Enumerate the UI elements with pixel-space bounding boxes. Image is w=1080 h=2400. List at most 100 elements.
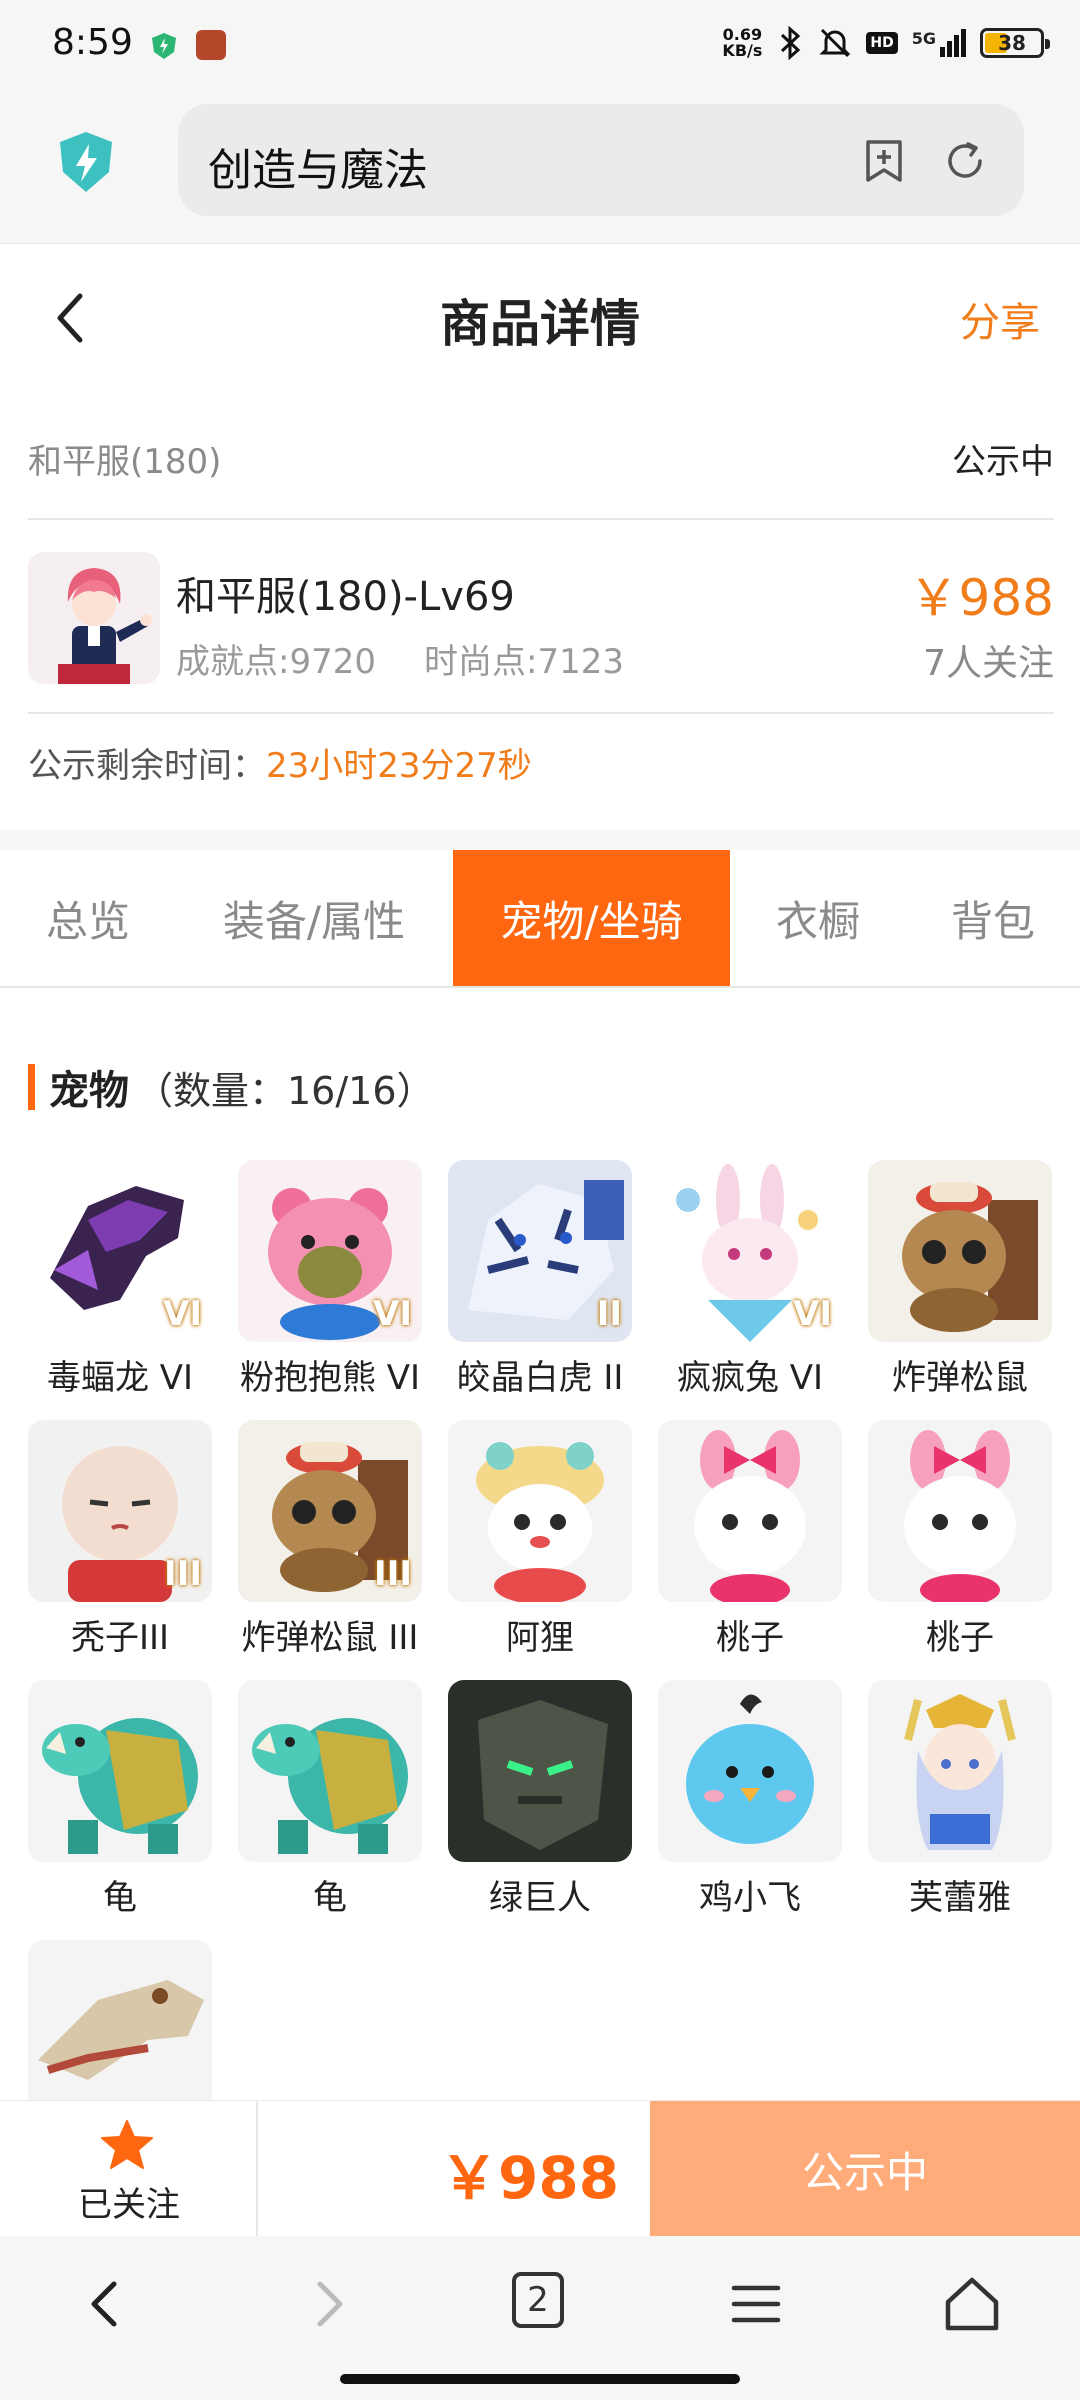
follow-label: 已关注 [78, 2185, 180, 2225]
signal-indicator: 5G [912, 29, 966, 57]
server-row: 和平服(180) 公示中 [28, 420, 1054, 520]
bluetooth-icon [781, 26, 801, 60]
pet-name: 炸弹松鼠 III [241, 1618, 419, 1658]
product-card[interactable]: 和平服(180)-Lv69 成就点:9720 时尚点:7123 ￥988 7人关… [28, 522, 1054, 714]
browser-toolbar: 创造与魔法 [0, 92, 1080, 244]
home-icon[interactable] [942, 2272, 1002, 2336]
dragon-icon: VI [28, 1160, 212, 1342]
pet-item[interactable]: VI 毒蝠龙 VI [28, 1160, 212, 1410]
pet-item[interactable] [28, 1940, 212, 2100]
chick-icon [658, 1680, 842, 1862]
remaining-time-value: 23小时23分27秒 [266, 746, 532, 786]
product-name: 和平服(180)-Lv69 [176, 574, 515, 620]
pet-item[interactable]: 阿狸 [448, 1420, 632, 1670]
pet-item[interactable]: III 秃子III [28, 1420, 212, 1670]
hd-icon: HD [866, 32, 898, 54]
tab-equipment[interactable]: 装备/属性 [176, 850, 452, 986]
pet-name: 绿巨人 [489, 1878, 591, 1918]
stone-giant-icon [448, 1680, 632, 1862]
public-status-button[interactable]: 公示中 [650, 2101, 1080, 2237]
pet-item[interactable]: 鸡小飞 [658, 1680, 842, 1930]
pet-name: 炸弹松鼠 [892, 1358, 1028, 1398]
tab-overview[interactable]: 总览 [0, 850, 176, 986]
tab-pets-mounts[interactable]: 宠物/坐骑 [453, 850, 730, 986]
pet-item[interactable]: II 皎晶白虎 II [448, 1160, 632, 1410]
status-time: 8:59 [52, 22, 133, 63]
pet-name: 毒蝠龙 VI [46, 1358, 194, 1398]
add-bookmark-icon[interactable] [862, 138, 906, 184]
character-avatar [28, 552, 160, 684]
bottom-price: ￥988 [440, 2144, 620, 2212]
share-button[interactable]: 分享 [960, 290, 1040, 348]
security-shield-icon [152, 33, 176, 59]
address-bar[interactable]: 创造与魔法 [178, 104, 1024, 216]
pet-item[interactable]: VI 粉抱抱熊 VI [238, 1160, 422, 1410]
fox-icon [448, 1420, 632, 1602]
reload-icon[interactable] [942, 138, 988, 184]
pet-item[interactable]: 龟 [28, 1680, 212, 1930]
pets-section-title: 宠物 （数量：16/16） [28, 1064, 435, 1114]
rank-badge: III [374, 1554, 412, 1594]
server-name: 和平服(180) [28, 442, 222, 482]
bear-icon: VI [238, 1160, 422, 1342]
remaining-time-label: 公示剩余时间： [28, 746, 266, 786]
achievement-points: 成就点:9720 [176, 642, 376, 682]
tab-wardrobe[interactable]: 衣橱 [730, 850, 906, 986]
browser-nav-bar: 2 [0, 2236, 1080, 2400]
pet-item[interactable]: 桃子 [868, 1420, 1052, 1670]
tiger-icon: II [448, 1160, 632, 1342]
pet-count: （数量：16/16） [135, 1068, 435, 1113]
game-app-icon [196, 30, 226, 60]
tab-backpack[interactable]: 背包 [906, 850, 1080, 986]
pet-name: 皎晶白虎 II [456, 1358, 624, 1398]
bottom-action-bar: 已关注 ￥988 公示中 [0, 2100, 1080, 2237]
address-text[interactable]: 创造与魔法 [208, 134, 428, 198]
pet-item[interactable]: VI 疯疯兔 VI [658, 1160, 842, 1410]
squirrel-icon: III [238, 1420, 422, 1602]
star-icon [101, 2120, 153, 2169]
remaining-time: 公示剩余时间：23小时23分27秒 [28, 738, 532, 787]
detail-tabs: 总览 装备/属性 宠物/坐骑 衣橱 背包 [0, 850, 1080, 988]
bald-head-icon: III [28, 1420, 212, 1602]
follow-button[interactable]: 已关注 [0, 2101, 258, 2237]
pet-name: 龟 [103, 1878, 137, 1918]
tabs-count-button[interactable]: 2 [512, 2272, 564, 2328]
nav-forward-icon[interactable] [298, 2272, 358, 2336]
pet-name: 芙蕾雅 [909, 1878, 1011, 1918]
page-header: 商品详情 分享 [0, 250, 1080, 386]
rank-badge: II [596, 1294, 622, 1334]
page-title: 商品详情 [440, 295, 640, 353]
crocodile-icon [28, 1940, 212, 2100]
rank-badge: III [164, 1554, 202, 1594]
pet-name: 粉抱抱熊 VI [239, 1358, 421, 1398]
pet-item[interactable]: 芙蕾雅 [868, 1680, 1052, 1930]
goddess-icon [868, 1680, 1052, 1862]
nav-back-icon[interactable] [76, 2272, 136, 2336]
battery-icon: 38 [980, 28, 1050, 58]
fashion-points: 时尚点:7123 [424, 642, 624, 682]
pet-item[interactable]: 炸弹松鼠 [868, 1160, 1052, 1410]
squirrel-icon [868, 1160, 1052, 1342]
product-price: ￥988 [908, 569, 1054, 627]
section-name: 宠物 [49, 1068, 129, 1114]
bunny-pink-icon [658, 1420, 842, 1602]
bunny-pink-icon [868, 1420, 1052, 1602]
pet-item[interactable]: 龟 [238, 1680, 422, 1930]
rank-badge: VI [163, 1294, 202, 1334]
network-speed: 0.69 KB/s [722, 25, 763, 60]
pet-item[interactable]: 绿巨人 [448, 1680, 632, 1930]
status-bar: 8:59 0.69 KB/s HD 5G 38 [0, 0, 1080, 92]
home-indicator[interactable] [340, 2374, 740, 2384]
mute-bell-icon [819, 28, 852, 58]
pet-item[interactable]: 桃子 [658, 1420, 842, 1670]
menu-icon[interactable] [726, 2272, 786, 2336]
pet-item[interactable]: III 炸弹松鼠 III [238, 1420, 422, 1670]
section-accent-bar [28, 1064, 35, 1110]
turtle-icon [28, 1680, 212, 1862]
pet-name: 秃子III [70, 1618, 170, 1658]
section-divider [0, 830, 1080, 850]
follower-count: 7人关注 [923, 643, 1054, 684]
turtle-icon [238, 1680, 422, 1862]
shield-icon[interactable] [56, 130, 116, 194]
listing-status: 公示中 [952, 442, 1054, 482]
